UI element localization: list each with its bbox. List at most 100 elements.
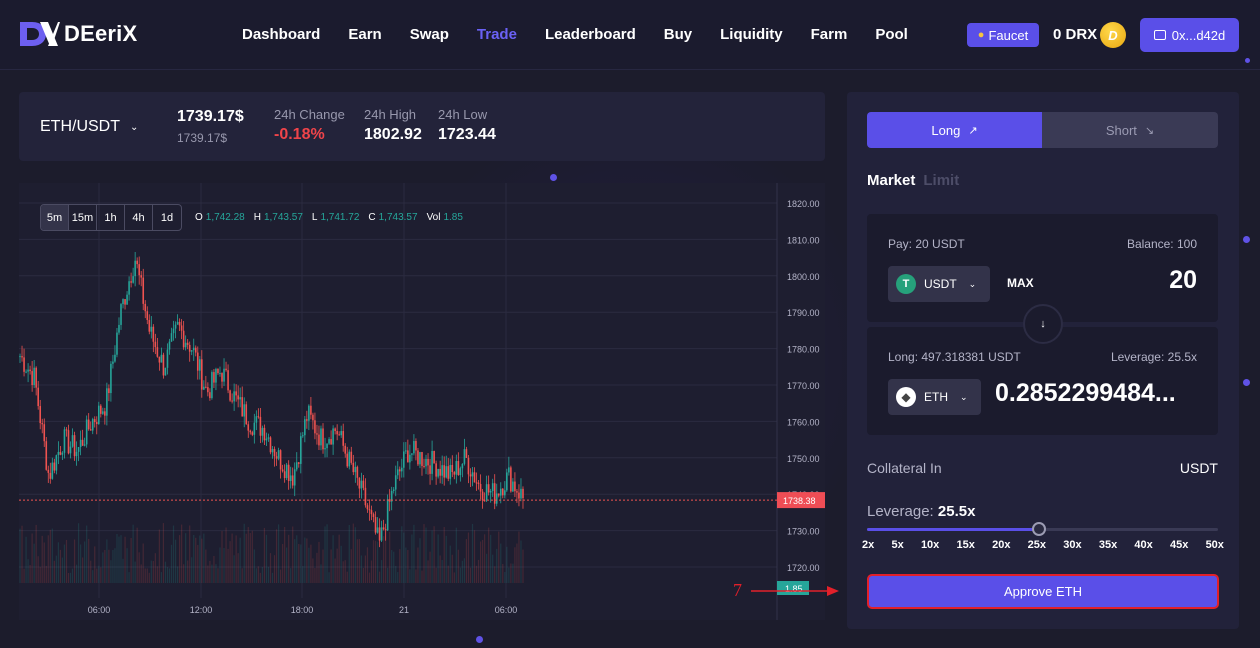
leverage-slider-fill [867, 528, 1039, 531]
candle-body [116, 332, 118, 355]
volume-bar [57, 542, 59, 583]
leverage-mark[interactable]: 20x [992, 539, 1010, 551]
timeframe-5m[interactable]: 5m [41, 205, 69, 230]
volume-bar [144, 568, 146, 583]
candle-body [114, 354, 116, 362]
candle-body [217, 368, 219, 374]
decor-dot [1243, 236, 1250, 243]
candle-body [178, 321, 181, 326]
volume-bar [162, 523, 165, 583]
nav-pool[interactable]: Pool [875, 26, 908, 43]
y-tick-label: 1770.00 [787, 381, 820, 391]
candle-body [110, 363, 112, 394]
volume-bar [288, 534, 290, 583]
timeframe-15m[interactable]: 15m [69, 205, 97, 230]
long-token-select[interactable]: ◆ ETH ⌄ [888, 379, 981, 415]
y-tick-label: 1790.00 [787, 308, 820, 318]
volume-bar [185, 533, 187, 583]
volume-bar [443, 527, 445, 583]
candle-body [340, 431, 342, 436]
volume-bar [53, 560, 55, 583]
candle-body [265, 438, 268, 441]
candle-body [489, 491, 492, 493]
volume-bar [425, 527, 427, 583]
tab-market[interactable]: Market [867, 172, 915, 189]
nav-trade[interactable]: Trade [477, 26, 517, 43]
candle-body [388, 499, 391, 502]
leverage-mark[interactable]: 25x [1028, 539, 1046, 551]
volume-bar [237, 553, 239, 583]
volume-bar [484, 534, 486, 583]
nav-farm[interactable]: Farm [811, 26, 848, 43]
volume-bar [80, 544, 82, 583]
short-tab[interactable]: Short ↘ [1042, 112, 1218, 148]
nav-liquidity[interactable]: Liquidity [720, 26, 783, 43]
volume-bar [475, 565, 478, 583]
leverage-mark[interactable]: 40x [1134, 539, 1152, 551]
wallet-button[interactable]: 0x...d42d [1140, 18, 1239, 52]
timeframe-1h[interactable]: 1h [97, 205, 125, 230]
leverage-mark[interactable]: 5x [891, 539, 903, 551]
candle-body [239, 397, 241, 400]
pay-amount-input[interactable] [1017, 266, 1197, 295]
ohlc-close: C 1,743.57 [368, 212, 418, 223]
arrow-down-icon[interactable]: ↓ [1023, 304, 1063, 344]
timeframe-1d[interactable]: 1d [153, 205, 181, 230]
candle-body [508, 467, 510, 473]
candle-body [374, 517, 377, 533]
volume-bar [211, 564, 213, 583]
ohlc-low: L 1,741.72 [311, 212, 360, 223]
volume-bar [340, 545, 342, 583]
candle-body [338, 434, 340, 436]
pair-selector[interactable]: ETH/USDT ⌄ [40, 118, 138, 136]
price-chart[interactable]: 1820.00 1810.00 1800.00 1790.00 1780.00 1770.… [19, 183, 825, 620]
candle-body [299, 436, 302, 464]
candle-body [237, 395, 239, 400]
pay-token-select[interactable]: T USDT ⌄ [888, 266, 990, 302]
candle-body [89, 429, 92, 431]
leverage-mark[interactable]: 2x [862, 539, 874, 551]
timeframe-4h[interactable]: 4h [125, 205, 153, 230]
volume-bar [378, 571, 381, 583]
long-tab[interactable]: Long ↗ [867, 112, 1042, 148]
candle-body [83, 444, 86, 446]
candle-body [213, 372, 215, 383]
volume-bar [43, 542, 45, 583]
candle-body [471, 472, 474, 477]
nav-leaderboard[interactable]: Leaderboard [545, 26, 636, 43]
candle-body [188, 344, 191, 352]
nav-dashboard[interactable]: Dashboard [242, 26, 320, 43]
tab-limit[interactable]: Limit [923, 172, 959, 189]
candlestick-chart[interactable]: 1820.00 1810.00 1800.00 1790.00 1780.00 1770.… [19, 183, 825, 620]
faucet-button[interactable]: ● Faucet [967, 23, 1039, 47]
leverage-mark[interactable]: 15x [957, 539, 975, 551]
volume-bar [39, 566, 41, 583]
leverage-mark[interactable]: 30x [1063, 539, 1081, 551]
leverage-slider-thumb[interactable] [1031, 522, 1046, 536]
leverage-slider[interactable] [867, 522, 1218, 536]
candle-body [57, 451, 60, 456]
candle-body [59, 451, 62, 455]
nav-buy[interactable]: Buy [664, 26, 692, 43]
approve-eth-button[interactable]: Approve ETH [867, 574, 1219, 609]
volume-bar [21, 525, 23, 583]
trend-up-icon: ↗ [968, 124, 978, 137]
volume-bar [344, 560, 346, 583]
collateral-value[interactable]: USDT [1180, 460, 1218, 476]
candle-body [97, 405, 100, 425]
leverage-mark[interactable]: 50x [1206, 539, 1224, 551]
candle-body [91, 419, 94, 431]
volume-bar [265, 534, 268, 583]
nav-swap[interactable]: Swap [410, 26, 449, 43]
leverage-mark[interactable]: 10x [921, 539, 939, 551]
volume-bar [459, 567, 461, 583]
volume-bar [59, 549, 62, 583]
brand-logo[interactable]: DEeriX [18, 20, 137, 48]
candle-body [433, 451, 435, 464]
leverage-mark[interactable]: 35x [1099, 539, 1117, 551]
leverage-mark[interactable]: 45x [1170, 539, 1188, 551]
volume-bar [160, 572, 163, 583]
nav-earn[interactable]: Earn [348, 26, 381, 43]
candle-body [207, 387, 209, 393]
candle-body [261, 427, 264, 436]
